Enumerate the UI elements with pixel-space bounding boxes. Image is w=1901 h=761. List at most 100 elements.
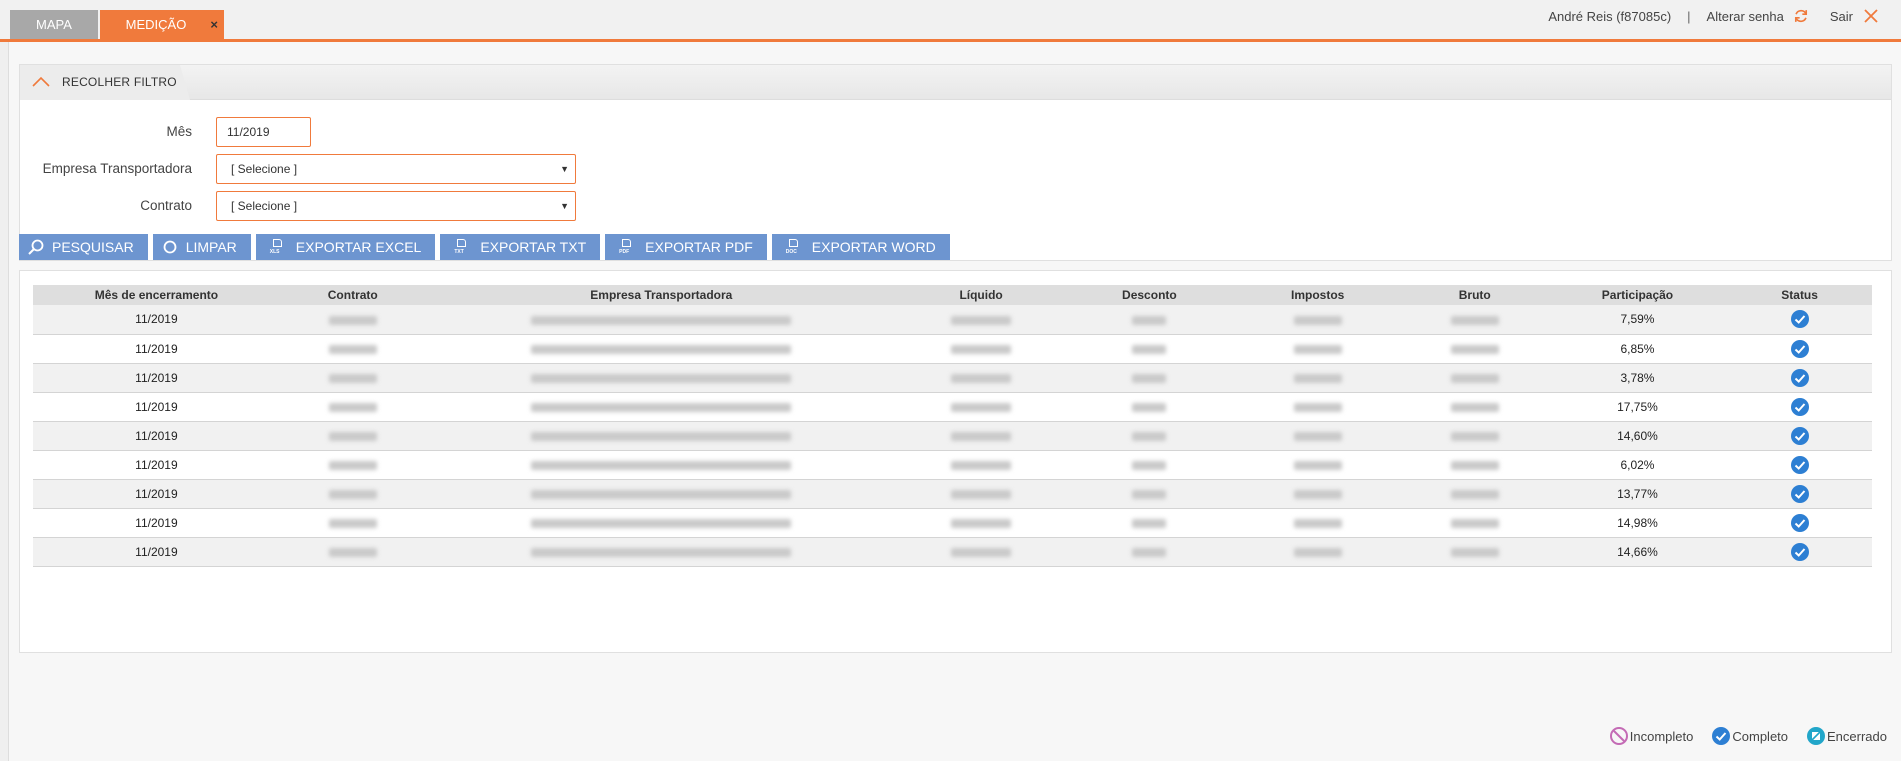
cell-empresa: [425, 537, 897, 567]
logout-link[interactable]: Sair: [1830, 9, 1853, 24]
tab-medicao[interactable]: MEDIÇÃO ×: [100, 10, 224, 39]
table-row[interactable]: 11/2019 6,85%: [33, 334, 1872, 364]
cell-bruto: [1401, 305, 1548, 335]
mes-input[interactable]: 11/2019: [216, 117, 311, 147]
export-txt-button[interactable]: TXT EXPORTAR TXT: [440, 234, 601, 260]
circle-icon: [163, 240, 177, 254]
table-row[interactable]: 11/2019 7,59%: [33, 305, 1872, 335]
redacted-value: [951, 489, 1012, 499]
col-header-liquido[interactable]: Líquido: [896, 285, 1066, 305]
export-word-button[interactable]: DOC EXPORTAR WORD: [771, 234, 950, 260]
legend-completo: Completo: [1711, 726, 1788, 746]
cell-empresa: [425, 508, 897, 538]
check-circle-icon[interactable]: [1790, 455, 1810, 475]
cell-participacao: 3,78%: [1547, 363, 1728, 393]
cell-bruto: [1401, 479, 1548, 509]
check-circle-icon[interactable]: [1790, 513, 1810, 533]
filter-panel: RECOLHER FILTRO Mês 11/2019 Empresa Tran…: [19, 64, 1892, 261]
cell-impostos: [1233, 392, 1402, 422]
col-header-status[interactable]: Status: [1727, 285, 1872, 305]
redacted-value: [1132, 460, 1167, 470]
col-header-bruto[interactable]: Bruto: [1401, 285, 1548, 305]
cell-desconto: [1065, 479, 1234, 509]
check-circle-icon[interactable]: [1790, 426, 1810, 446]
col-header-impostos[interactable]: Impostos: [1233, 285, 1402, 305]
check-circle-icon[interactable]: [1790, 484, 1810, 504]
cell-impostos: [1233, 305, 1402, 335]
clear-button[interactable]: LIMPAR: [152, 234, 251, 260]
cell-bruto: [1401, 334, 1548, 364]
table-row[interactable]: 11/2019 13,77%: [33, 479, 1872, 509]
redacted-value: [328, 489, 377, 499]
cell-liquido: [896, 305, 1066, 335]
filter-header[interactable]: RECOLHER FILTRO: [20, 65, 1891, 100]
cell-empresa: [425, 392, 897, 422]
cell-status: [1727, 537, 1872, 567]
redacted-value: [1293, 373, 1342, 383]
user-separator: |: [1687, 8, 1691, 24]
col-header-empresa[interactable]: Empresa Transportadora: [425, 285, 897, 305]
cell-impostos: [1233, 508, 1402, 538]
redacted-value: [951, 547, 1012, 557]
tab-mapa[interactable]: MAPA: [10, 10, 98, 39]
table-row[interactable]: 11/2019 14,66%: [33, 537, 1872, 567]
pdf-file-icon: PDF: [619, 239, 633, 255]
cell-liquido: [896, 537, 1066, 567]
cell-liquido: [896, 392, 1066, 422]
cell-liquido: [896, 421, 1066, 451]
cell-status: [1727, 392, 1872, 422]
redacted-value: [328, 460, 377, 470]
col-header-contrato[interactable]: Contrato: [279, 285, 426, 305]
redacted-value: [1450, 431, 1499, 441]
cell-participacao: 14,98%: [1547, 508, 1728, 538]
table-row[interactable]: 11/2019 17,75%: [33, 392, 1872, 422]
check-circle-icon[interactable]: [1790, 339, 1810, 359]
redacted-value: [951, 373, 1012, 383]
filter-toggle-label[interactable]: RECOLHER FILTRO: [62, 65, 177, 100]
export-excel-button[interactable]: XLS EXPORTAR EXCEL: [255, 234, 436, 260]
table-row[interactable]: 11/2019 14,60%: [33, 421, 1872, 451]
cell-impostos: [1233, 479, 1402, 509]
search-button[interactable]: PESQUISAR: [19, 234, 148, 260]
cell-mes: 11/2019: [33, 421, 280, 451]
check-circle-icon[interactable]: [1790, 542, 1810, 562]
check-circle-icon[interactable]: [1790, 368, 1810, 388]
redacted-value: [531, 344, 792, 354]
user-bar: André Reis (f87085c) | Alterar senha Sai…: [1548, 8, 1879, 24]
col-header-desconto[interactable]: Desconto: [1065, 285, 1234, 305]
cell-status: [1727, 421, 1872, 451]
logout-close-icon[interactable]: [1863, 8, 1879, 24]
refresh-icon[interactable]: [1792, 7, 1810, 25]
tab-close-icon[interactable]: ×: [210, 10, 218, 39]
table-row[interactable]: 11/2019 3,78%: [33, 363, 1872, 393]
redacted-value: [1293, 547, 1342, 557]
redacted-value: [1450, 373, 1499, 383]
xls-file-icon: XLS: [270, 239, 284, 255]
change-password-link[interactable]: Alterar senha: [1707, 9, 1784, 24]
col-header-participacao[interactable]: Participação: [1547, 285, 1728, 305]
chevron-up-icon[interactable]: [32, 76, 50, 88]
user-name: André Reis (f87085c): [1548, 8, 1672, 24]
cell-contrato: [279, 305, 426, 335]
redacted-value: [531, 489, 792, 499]
empresa-label: Empresa Transportadora: [42, 161, 192, 176]
table-row[interactable]: 11/2019 6,02%: [33, 450, 1872, 480]
col-header-mes[interactable]: Mês de encerramento: [33, 285, 280, 305]
table-row[interactable]: 11/2019 14,98%: [33, 508, 1872, 538]
cell-bruto: [1401, 450, 1548, 480]
results-panel: Mês de encerramento Contrato Empresa Tra…: [19, 270, 1892, 653]
contrato-select[interactable]: [ Selecione ] ▼: [216, 191, 576, 221]
redacted-value: [951, 315, 1012, 325]
redacted-value: [531, 547, 792, 557]
cell-participacao: 6,85%: [1547, 334, 1728, 364]
export-pdf-button[interactable]: PDF EXPORTAR PDF: [605, 234, 767, 260]
empresa-select[interactable]: [ Selecione ] ▼: [216, 154, 576, 184]
cell-mes: 11/2019: [33, 450, 280, 480]
redacted-value: [1293, 489, 1342, 499]
cell-liquido: [896, 479, 1066, 509]
check-circle-icon[interactable]: [1790, 397, 1810, 417]
form-row-mes: Mês 11/2019: [20, 117, 1891, 147]
cell-participacao: 14,66%: [1547, 537, 1728, 567]
cell-mes: 11/2019: [33, 508, 280, 538]
check-circle-icon[interactable]: [1790, 309, 1810, 329]
